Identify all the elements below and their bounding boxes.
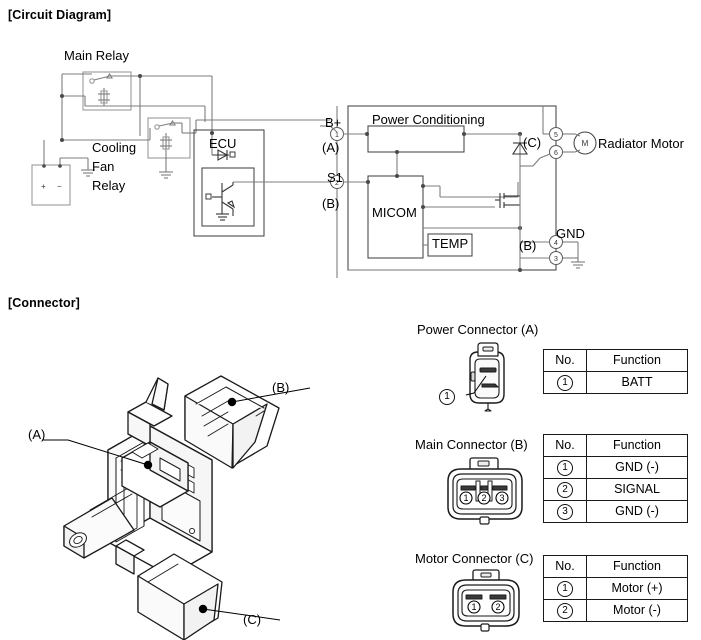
motor-connector-c-illustration: 1 2	[447, 568, 547, 640]
power-conditioning-label: Power Conditioning	[372, 112, 485, 127]
power-connector-a-pin-1-callout: 1	[439, 388, 455, 406]
s1-connector-label: (B)	[322, 196, 340, 211]
col-no: No.	[543, 555, 587, 578]
main-connector-b-illustration: 1 2 3	[442, 455, 552, 535]
power-connector-a-table: No. Function 1 BATT	[543, 349, 688, 394]
table-row: 1 Motor (+)	[543, 577, 688, 600]
cooling-fan-relay-label-line3: Relay	[92, 178, 126, 193]
callout-b-label: (B)	[272, 380, 290, 395]
svg-text:2: 2	[495, 602, 500, 612]
b-plus-connector-label: (A)	[322, 140, 340, 155]
cell-no-circle: 2	[557, 602, 573, 619]
cell-function: GND (-)	[586, 500, 688, 523]
ecu-label: ECU	[209, 136, 237, 151]
radiator-motor-label: Radiator Motor	[598, 136, 684, 151]
battery-minus-label: −	[57, 182, 62, 191]
cell-no: 2	[543, 478, 587, 501]
table-header-row: No. Function	[543, 434, 688, 457]
gnd-label: GND	[556, 226, 585, 241]
col-function: Function	[586, 555, 688, 578]
cooling-fan-relay-label-line1: Cooling	[92, 140, 137, 155]
pin-3-label: 3	[554, 256, 558, 263]
cell-function: Motor (+)	[586, 577, 688, 600]
cell-no: 1	[543, 371, 587, 394]
pin-4-label: 4	[554, 240, 558, 247]
s1-label: S1	[327, 170, 343, 185]
cell-function: GND (-)	[586, 456, 688, 479]
main-relay-contact-pivot	[89, 78, 95, 84]
cell-function: Motor (-)	[586, 599, 688, 622]
cell-no-circle: 1	[557, 580, 573, 597]
cooling-fan-relay-label-line2: Fan	[92, 159, 115, 174]
cell-no: 1	[543, 456, 587, 479]
ecu-ground	[216, 213, 229, 221]
pin-6-label: 6	[554, 150, 558, 157]
cell-no-circle: 1	[557, 459, 573, 476]
motor-connector-c-title: Motor Connector (C)	[415, 551, 534, 566]
power-connector-a-title: Power Connector (A)	[417, 322, 539, 337]
cell-no-circle: 3	[557, 503, 573, 520]
b-plus-label: B+	[325, 115, 342, 130]
svg-text:3: 3	[499, 493, 504, 503]
motor-connector-c-table: No. Function 1 Motor (+) 2 Motor (-)	[543, 555, 688, 622]
connector-assembly-illustration	[20, 330, 350, 640]
col-function: Function	[586, 349, 688, 372]
module-ground	[571, 261, 585, 269]
table-row: 1 GND (-)	[543, 456, 688, 479]
pin-5-label: 5	[554, 132, 558, 139]
pin-1-label: 1	[335, 132, 339, 139]
gnd-connector-label: (B)	[519, 238, 537, 253]
callout-a-label: (A)	[28, 427, 46, 442]
cooling-fan-relay-contact-pivot	[154, 124, 160, 130]
temp-label: TEMP	[432, 236, 469, 251]
cell-function: SIGNAL	[586, 478, 688, 501]
ecu-diode	[212, 149, 236, 161]
connector-section-title: [Connector]	[8, 296, 80, 310]
cell-no: 2	[543, 599, 587, 622]
main-connector-b-title: Main Connector (B)	[415, 437, 528, 452]
battery-body	[31, 164, 71, 206]
battery-plus-label: +	[41, 182, 46, 191]
pin-callout-number: 1	[439, 388, 455, 405]
ecu-driver-box	[201, 167, 255, 227]
table-row: 3 GND (-)	[543, 500, 688, 523]
cell-function: BATT	[586, 371, 688, 394]
ecu-transistor	[205, 182, 236, 216]
col-no: No.	[543, 349, 587, 372]
callout-c-label: (C)	[243, 612, 262, 627]
motor-connector-label: (C)	[523, 135, 542, 150]
table-header-row: No. Function	[543, 555, 688, 578]
svg-text:1: 1	[463, 493, 468, 503]
main-connector-b-table: No. Function 1 GND (-) 2 SIGNAL 3 GND (-…	[543, 434, 688, 523]
cell-no: 1	[543, 577, 587, 600]
table-row: 2 SIGNAL	[543, 478, 688, 501]
table-header-row: No. Function	[543, 349, 688, 372]
mosfet	[495, 193, 520, 208]
svg-text:2: 2	[481, 493, 486, 503]
micom-label: MICOM	[372, 205, 417, 220]
cell-no-circle: 1	[557, 374, 573, 391]
svg-text:1: 1	[471, 602, 476, 612]
col-no: No.	[543, 434, 587, 457]
main-relay-label: Main Relay	[64, 48, 130, 63]
power-connector-a-illustration	[452, 340, 532, 418]
table-row: 2 Motor (-)	[543, 599, 688, 622]
cell-no-circle: 2	[557, 481, 573, 498]
table-row: 1 BATT	[543, 371, 688, 394]
power-conditioning-block	[367, 125, 465, 153]
col-function: Function	[586, 434, 688, 457]
cell-no: 3	[543, 500, 587, 523]
cooling-fan-relay-ground	[159, 171, 173, 179]
motor-symbol-letter: M	[582, 139, 589, 148]
